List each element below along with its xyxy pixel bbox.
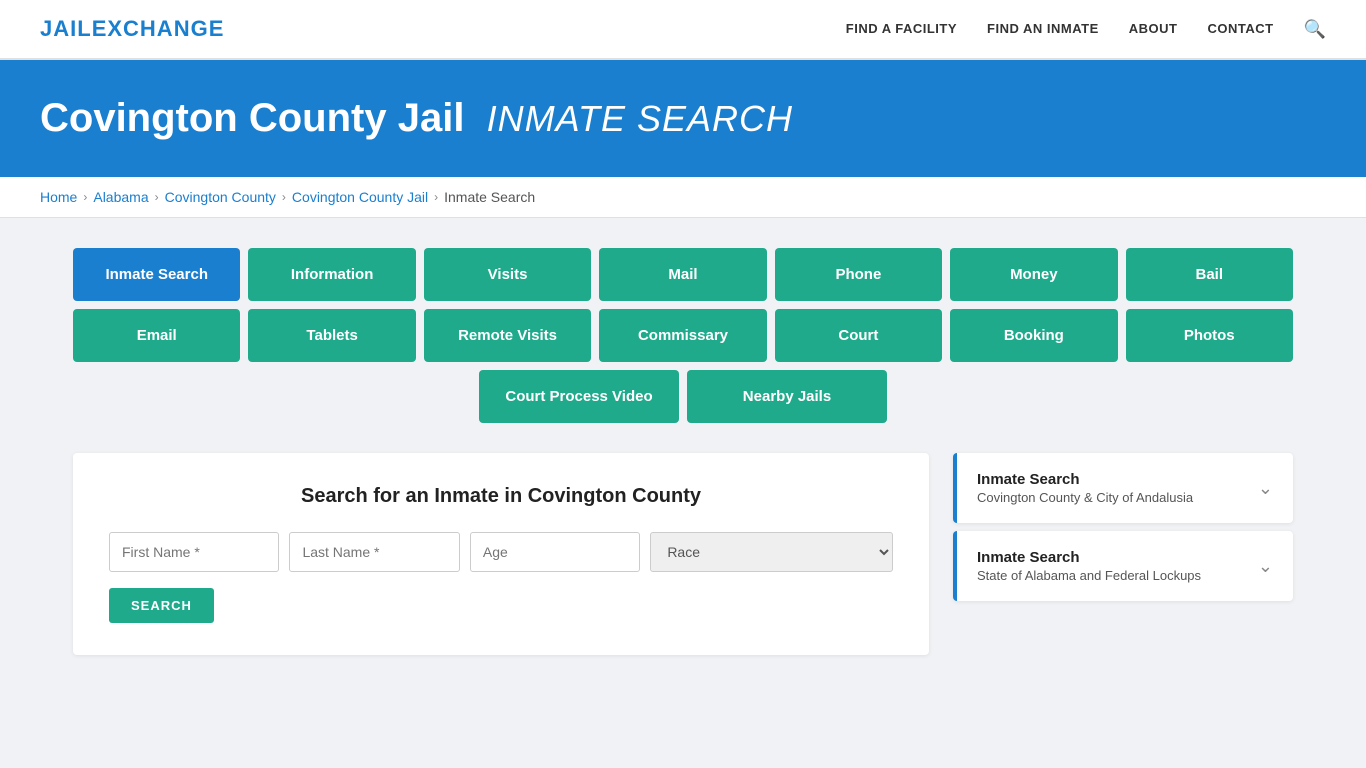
- nav-find-facility[interactable]: FIND A FACILITY: [846, 21, 957, 36]
- btn-remote-visits[interactable]: Remote Visits: [424, 309, 591, 362]
- breadcrumb-wrap: Home › Alabama › Covington County › Covi…: [0, 177, 1366, 218]
- nav-contact[interactable]: CONTACT: [1207, 21, 1273, 36]
- search-card: Search for an Inmate in Covington County…: [73, 453, 929, 655]
- chevron-down-icon-1: ⌄: [1258, 478, 1273, 499]
- breadcrumb-jail[interactable]: Covington County Jail: [292, 189, 428, 205]
- sidebar: Inmate Search Covington County & City of…: [953, 453, 1293, 609]
- navbar: JAILEXCHANGE FIND A FACILITY FIND AN INM…: [0, 0, 1366, 60]
- age-input[interactable]: [470, 532, 640, 572]
- search-icon[interactable]: 🔍: [1304, 19, 1326, 39]
- breadcrumb-sep-2: ›: [155, 190, 159, 204]
- btn-bail[interactable]: Bail: [1126, 248, 1293, 301]
- breadcrumb-current: Inmate Search: [444, 189, 535, 205]
- btn-booking[interactable]: Booking: [950, 309, 1117, 362]
- breadcrumb-alabama[interactable]: Alabama: [93, 189, 148, 205]
- btn-inmate-search[interactable]: Inmate Search: [73, 248, 240, 301]
- site-logo[interactable]: JAILEXCHANGE: [40, 16, 224, 42]
- sidebar-item-1[interactable]: Inmate Search Covington County & City of…: [953, 453, 1293, 523]
- search-button[interactable]: SEARCH: [109, 588, 214, 623]
- sidebar-item-1-title: Inmate Search: [977, 471, 1193, 488]
- btn-money[interactable]: Money: [950, 248, 1117, 301]
- breadcrumb: Home › Alabama › Covington County › Covi…: [40, 189, 1326, 205]
- nav-row-3: Court Process Video Nearby Jails: [73, 370, 1293, 423]
- hero-title: Covington County Jail INMATE SEARCH: [40, 96, 1326, 141]
- btn-commissary[interactable]: Commissary: [599, 309, 766, 362]
- sidebar-item-1-subtitle: Covington County & City of Andalusia: [977, 490, 1193, 505]
- breadcrumb-home[interactable]: Home: [40, 189, 77, 205]
- breadcrumb-sep-3: ›: [282, 190, 286, 204]
- btn-tablets[interactable]: Tablets: [248, 309, 415, 362]
- last-name-input[interactable]: [289, 532, 459, 572]
- race-select[interactable]: Race White Black Hispanic Asian Other: [650, 532, 893, 572]
- chevron-down-icon-2: ⌄: [1258, 556, 1273, 577]
- nav-about[interactable]: ABOUT: [1129, 21, 1178, 36]
- sidebar-item-2-title: Inmate Search: [977, 549, 1201, 566]
- btn-visits[interactable]: Visits: [424, 248, 591, 301]
- main-content: Inmate Search Information Visits Mail Ph…: [33, 218, 1333, 685]
- content-area: Search for an Inmate in Covington County…: [73, 453, 1293, 655]
- sidebar-item-2-text: Inmate Search State of Alabama and Feder…: [977, 549, 1201, 583]
- btn-nearby-jails[interactable]: Nearby Jails: [687, 370, 887, 423]
- hero-banner: Covington County Jail INMATE SEARCH: [0, 60, 1366, 177]
- logo-exchange: EXCHANGE: [92, 16, 225, 41]
- sidebar-card-2: Inmate Search State of Alabama and Feder…: [953, 531, 1293, 601]
- first-name-input[interactable]: [109, 532, 279, 572]
- breadcrumb-sep-4: ›: [434, 190, 438, 204]
- btn-court-video[interactable]: Court Process Video: [479, 370, 679, 423]
- search-card-title: Search for an Inmate in Covington County: [109, 485, 893, 508]
- btn-mail[interactable]: Mail: [599, 248, 766, 301]
- logo-jail: JAIL: [40, 16, 92, 41]
- nav-row-1: Inmate Search Information Visits Mail Ph…: [73, 248, 1293, 301]
- btn-photos[interactable]: Photos: [1126, 309, 1293, 362]
- sidebar-item-2-subtitle: State of Alabama and Federal Lockups: [977, 568, 1201, 583]
- breadcrumb-covington[interactable]: Covington County: [165, 189, 276, 205]
- sidebar-item-1-text: Inmate Search Covington County & City of…: [977, 471, 1193, 505]
- btn-email[interactable]: Email: [73, 309, 240, 362]
- nav-links: FIND A FACILITY FIND AN INMATE ABOUT CON…: [846, 19, 1326, 40]
- search-form-row: Race White Black Hispanic Asian Other: [109, 532, 893, 572]
- btn-information[interactable]: Information: [248, 248, 415, 301]
- btn-court[interactable]: Court: [775, 309, 942, 362]
- sidebar-item-2[interactable]: Inmate Search State of Alabama and Feder…: [953, 531, 1293, 601]
- sidebar-card-1: Inmate Search Covington County & City of…: [953, 453, 1293, 523]
- breadcrumb-sep-1: ›: [83, 190, 87, 204]
- nav-button-grid: Inmate Search Information Visits Mail Ph…: [73, 248, 1293, 423]
- btn-phone[interactable]: Phone: [775, 248, 942, 301]
- nav-row-2: Email Tablets Remote Visits Commissary C…: [73, 309, 1293, 362]
- nav-find-inmate[interactable]: FIND AN INMATE: [987, 21, 1099, 36]
